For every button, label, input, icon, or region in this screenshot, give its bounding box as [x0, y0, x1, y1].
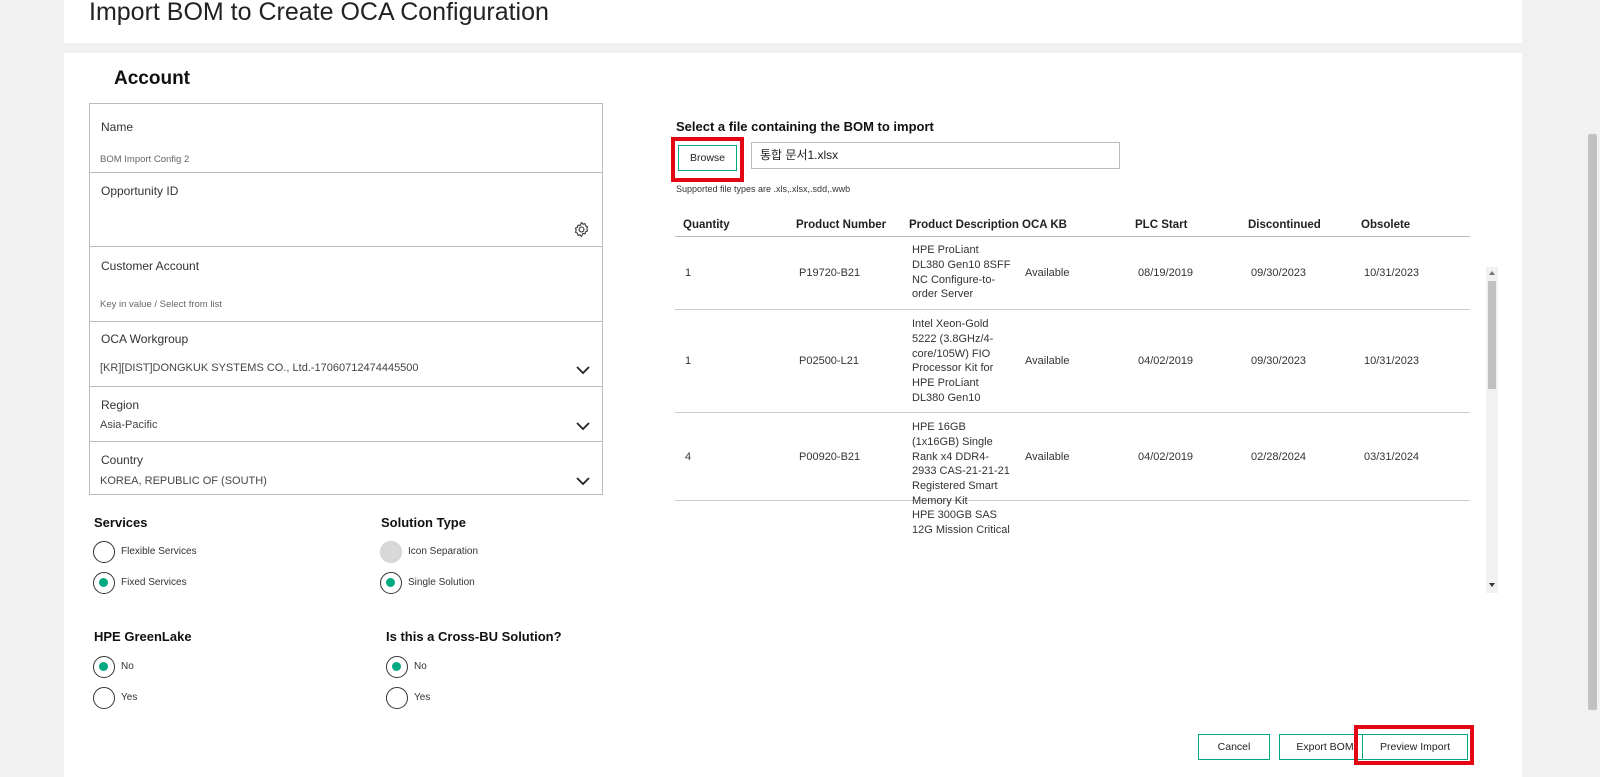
- cell-oca-kb: Available: [1025, 267, 1070, 279]
- cell-product-description: HPE ProLiant DL380 Gen10 8SFF NC Configu…: [912, 244, 1011, 301]
- name-label: Name: [101, 120, 134, 134]
- cell-quantity: 4: [685, 451, 692, 463]
- radio-cross-bu-yes[interactable]: [386, 687, 408, 709]
- cell-oca-kb: Available: [1025, 451, 1070, 463]
- page-scroll-thumb[interactable]: [1588, 134, 1597, 710]
- radio-icon-separation: [380, 541, 402, 563]
- cell-plc-start: 04/02/2019: [1138, 355, 1194, 367]
- radio-greenlake-yes[interactable]: [93, 687, 115, 709]
- radio-label: Icon Separation: [408, 546, 479, 557]
- file-types-hint: Supported file types are .xls,.xlsx,.sdd…: [676, 184, 851, 194]
- account-form: Name BOM Import Config 2 Opportunity ID …: [89, 103, 603, 495]
- region-value: Asia-Pacific: [100, 419, 158, 431]
- file-name-input[interactable]: 통합 문서1.xlsx: [751, 142, 1120, 169]
- radio-label: Yes: [414, 692, 431, 703]
- column-header-product-description: Product Description: [909, 219, 1019, 231]
- country-label: Country: [101, 453, 144, 467]
- solution-type-label: Solution Type: [381, 515, 466, 530]
- column-header-obsolete: Obsolete: [1361, 219, 1411, 231]
- radio-label: Flexible Services: [121, 546, 197, 557]
- table-scroll-thumb[interactable]: [1488, 281, 1496, 389]
- page-title: Import BOM to Create OCA Configuration: [89, 0, 549, 26]
- cell-obsolete: 03/31/2024: [1364, 451, 1420, 463]
- main-panel: Account Name BOM Import Config 2 Opportu…: [64, 53, 1522, 777]
- cell-discontinued: 09/30/2023: [1251, 267, 1307, 279]
- column-header-discontinued: Discontinued: [1248, 219, 1321, 231]
- radio-label: Fixed Services: [121, 577, 187, 588]
- table-scrollbar[interactable]: [1486, 267, 1498, 593]
- customer-account-placeholder[interactable]: Key in value / Select from list: [100, 299, 222, 310]
- radio-flexible-services[interactable]: [93, 541, 115, 563]
- cell-quantity: 1: [685, 355, 692, 367]
- title-panel: Import BOM to Create OCA Configuration: [64, 0, 1522, 43]
- browse-button[interactable]: Browse: [678, 145, 737, 171]
- cell-plc-start: 04/02/2019: [1138, 451, 1194, 463]
- radio-single-solution[interactable]: [380, 572, 402, 594]
- column-header-oca-kb: OCA KB: [1022, 219, 1067, 231]
- radio-label: No: [414, 661, 427, 672]
- oca-workgroup-label: OCA Workgroup: [101, 332, 189, 346]
- customer-account-label: Customer Account: [101, 259, 200, 273]
- preview-import-button[interactable]: Preview Import: [1362, 734, 1468, 760]
- opportunity-id-field[interactable]: Opportunity ID: [90, 173, 602, 247]
- table-row[interactable]: HPE 300GB SAS 12G Mission Critical: [675, 501, 1470, 541]
- region-select[interactable]: Region Asia-Pacific: [90, 387, 602, 442]
- chevron-down-icon[interactable]: [576, 476, 590, 486]
- greenlake-label: HPE GreenLake: [94, 629, 192, 644]
- cell-product-description: HPE 16GB (1x16GB) Single Rank x4 DDR4-29…: [912, 421, 1010, 507]
- services-label: Services: [94, 515, 148, 530]
- radio-label: Yes: [121, 692, 138, 703]
- chevron-down-icon[interactable]: [576, 421, 590, 431]
- name-field[interactable]: Name BOM Import Config 2: [90, 104, 602, 173]
- radio-label: Single Solution: [408, 577, 475, 588]
- cell-product-description: Intel Xeon-Gold 5222 (3.8GHz/4-core/105W…: [912, 318, 994, 404]
- radio-cross-bu-no[interactable]: [386, 656, 408, 678]
- country-value: KOREA, REPUBLIC OF (SOUTH): [100, 475, 267, 487]
- cancel-button[interactable]: Cancel: [1198, 734, 1270, 760]
- gear-icon[interactable]: [573, 221, 590, 238]
- cell-quantity: 1: [685, 267, 692, 279]
- column-header-plc-start: PLC Start: [1135, 219, 1188, 231]
- opportunity-id-label: Opportunity ID: [101, 184, 179, 198]
- radio-label: No: [121, 661, 134, 672]
- radio-greenlake-no[interactable]: [93, 656, 115, 678]
- account-heading: Account: [114, 68, 190, 89]
- scroll-up-icon[interactable]: [1488, 270, 1496, 276]
- table-row[interactable]: 1 P19720-B21 HPE ProLiant DL380 Gen10 8S…: [675, 237, 1470, 310]
- cell-product-description: HPE 300GB SAS 12G Mission Critical: [912, 509, 1010, 536]
- scroll-down-icon[interactable]: [1488, 582, 1496, 588]
- region-label: Region: [101, 398, 140, 412]
- customer-account-field[interactable]: Customer Account Key in value / Select f…: [90, 247, 602, 322]
- table-row[interactable]: 4 P00920-B21 HPE 16GB (1x16GB) Single Ra…: [675, 413, 1470, 507]
- cell-product-number: P19720-B21: [799, 267, 861, 279]
- cell-obsolete: 10/31/2023: [1364, 267, 1420, 279]
- cell-product-number: P00920-B21: [799, 451, 861, 463]
- name-value[interactable]: BOM Import Config 2: [100, 154, 189, 165]
- cross-bu-label: Is this a Cross-BU Solution?: [386, 629, 562, 644]
- cell-obsolete: 10/31/2023: [1364, 355, 1420, 367]
- cell-plc-start: 08/19/2019: [1138, 267, 1194, 279]
- oca-workgroup-select[interactable]: OCA Workgroup [KR][DIST]DONGKUK SYSTEMS …: [90, 322, 602, 387]
- file-select-label: Select a file containing the BOM to impo…: [676, 119, 934, 134]
- chevron-down-icon[interactable]: [576, 365, 590, 375]
- table-row[interactable]: 1 P02500-L21 Intel Xeon-Gold 5222 (3.8GH…: [675, 310, 1470, 413]
- cell-discontinued: 09/30/2023: [1251, 355, 1307, 367]
- cell-discontinued: 02/28/2024: [1251, 451, 1307, 463]
- column-header-quantity: Quantity: [683, 219, 730, 231]
- country-select[interactable]: Country KOREA, REPUBLIC OF (SOUTH): [90, 442, 602, 496]
- cell-product-number: P02500-L21: [799, 355, 859, 367]
- column-header-product-number: Product Number: [796, 219, 887, 231]
- radio-fixed-services[interactable]: [93, 572, 115, 594]
- bom-table: Quantity Product Number Product Descript…: [675, 213, 1478, 541]
- cell-oca-kb: Available: [1025, 355, 1070, 367]
- oca-workgroup-value: [KR][DIST]DONGKUK SYSTEMS CO., Ltd.-1706…: [100, 362, 419, 374]
- page-scrollbar[interactable]: [1585, 0, 1600, 777]
